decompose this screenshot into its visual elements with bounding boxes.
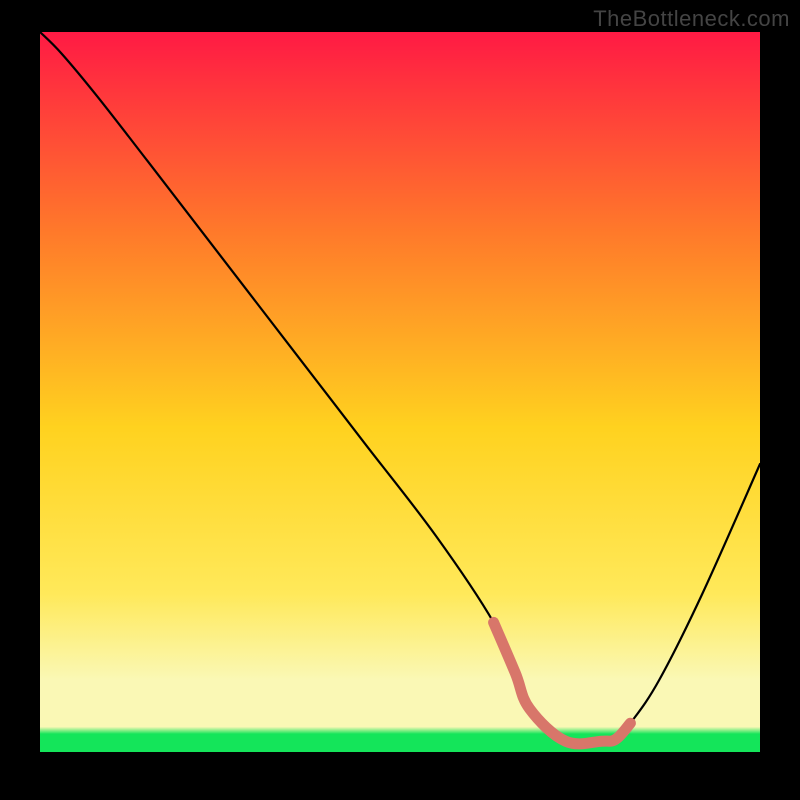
chart-gradient-bg [40,32,760,752]
chart-plot-frame [40,32,760,752]
watermark-text: TheBottleneck.com [593,6,790,32]
chart-container: TheBottleneck.com [0,0,800,800]
chart-svg [40,32,760,752]
